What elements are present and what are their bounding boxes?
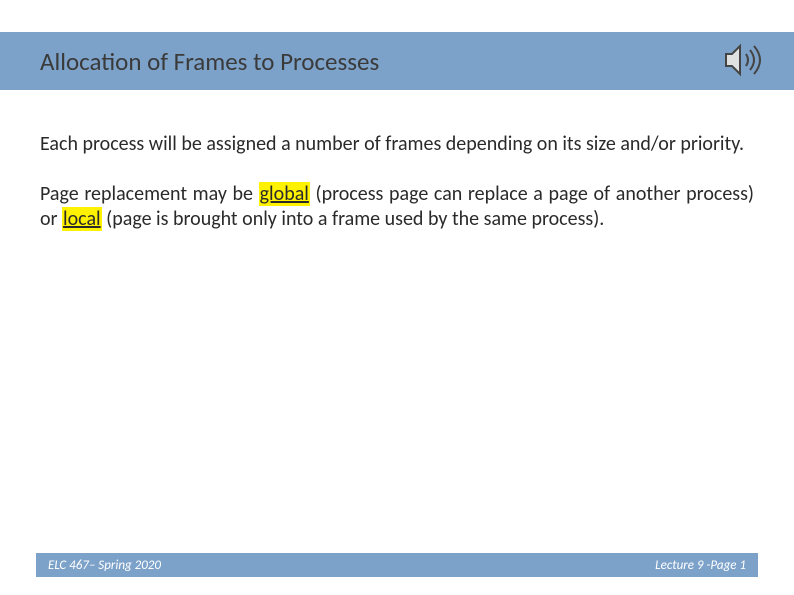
highlight-local: local <box>62 207 102 231</box>
footer-course: ELC 467– Spring 2020 <box>48 558 161 573</box>
footer-bar: ELC 467– Spring 2020 Lecture 9 -Page 1 <box>36 553 758 577</box>
slide-body: Each process will be assigned a number o… <box>40 132 754 233</box>
footer-page: Lecture 9 -Page 1 <box>655 558 746 573</box>
para2-part-c: (page is brought only into a frame used … <box>102 207 605 231</box>
slide-title: Allocation of Frames to Processes <box>40 46 379 77</box>
title-bar: Allocation of Frames to Processes <box>0 32 794 90</box>
highlight-global: global <box>259 182 310 206</box>
paragraph-1: Each process will be assigned a number o… <box>40 132 754 158</box>
para2-part-a: Page replacement may be <box>40 182 259 206</box>
paragraph-2: Page replacement may be global (process … <box>40 182 754 233</box>
speaker-icon <box>718 36 766 84</box>
